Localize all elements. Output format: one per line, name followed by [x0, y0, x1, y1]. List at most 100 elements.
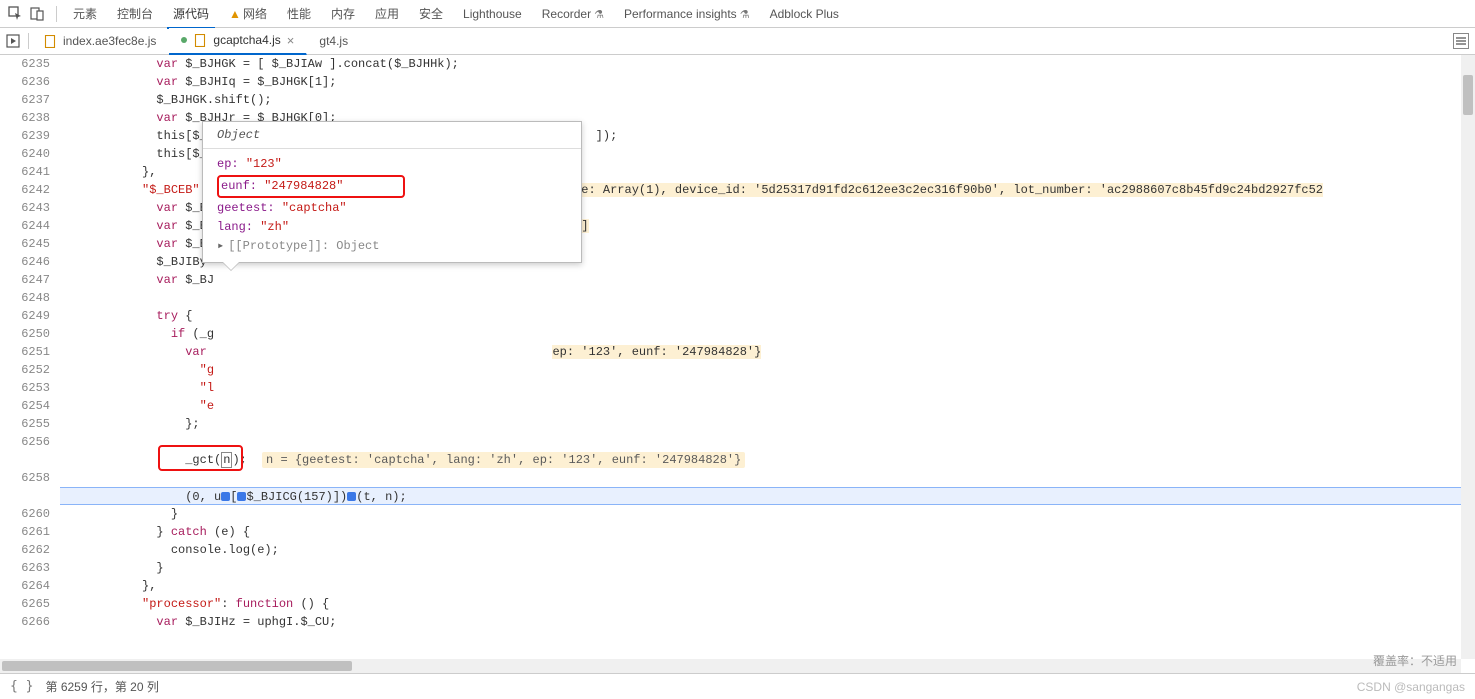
close-icon[interactable]: ×	[287, 33, 295, 48]
line-number[interactable]: 6252	[0, 361, 50, 379]
sourcemap-marker-icon	[347, 492, 356, 501]
cursor-position: 第 6259 行，第 20 列	[45, 678, 158, 695]
code-line: }	[70, 559, 1461, 577]
line-number[interactable]: 6245	[0, 235, 50, 253]
more-tabs-icon[interactable]	[1453, 33, 1469, 49]
js-file-icon	[43, 34, 57, 48]
tab-console[interactable]: 控制台	[107, 0, 163, 28]
code-line: _gct(n); n = {geetest: 'captcha', lang: …	[70, 451, 1461, 469]
tab-perf-insights[interactable]: Performance insights⚗	[614, 1, 760, 27]
code-line: var $_BJHGK = [ $_BJIAw ].concat($_BJHHk…	[70, 55, 1461, 73]
flask-icon: ⚗	[740, 9, 750, 21]
line-number[interactable]: 6255	[0, 415, 50, 433]
pretty-print-icon[interactable]: { }	[10, 679, 33, 694]
line-number[interactable]: 6236	[0, 73, 50, 91]
tab-elements[interactable]: 元素	[63, 0, 107, 28]
line-number[interactable]: 6266	[0, 613, 50, 631]
line-number[interactable]: 6263	[0, 559, 50, 577]
code-line: "e	[70, 397, 1461, 415]
line-number[interactable]: 6244	[0, 217, 50, 235]
file-tab-gt4[interactable]: gt4.js	[307, 28, 361, 55]
line-number[interactable]: 6243	[0, 199, 50, 217]
code-line: try {	[70, 307, 1461, 325]
inline-value-hint: n = {geetest: 'captcha', lang: 'zh', ep:…	[262, 452, 745, 468]
flask-icon: ⚗	[594, 9, 604, 21]
annotation-highlight-box	[158, 445, 243, 471]
line-number[interactable]: 6264	[0, 577, 50, 595]
sourcemap-marker-icon	[237, 492, 246, 501]
code-line: "processor": function () {	[70, 595, 1461, 613]
line-number[interactable]: 6256	[0, 433, 50, 451]
line-number[interactable]: 6246	[0, 253, 50, 271]
line-number[interactable]: 6239	[0, 127, 50, 145]
file-name: gt4.js	[319, 34, 348, 48]
line-number[interactable]: 6253	[0, 379, 50, 397]
tab-adblock[interactable]: Adblock Plus	[760, 1, 849, 27]
file-tab-index[interactable]: index.ae3fec8e.js	[31, 28, 169, 55]
code-line: var ep: '123', eunf: '247984828'}	[70, 343, 1461, 361]
scrollbar-thumb[interactable]	[2, 661, 352, 671]
modified-dot-icon	[181, 37, 187, 43]
run-snippet-icon[interactable]	[0, 34, 26, 48]
js-file-icon	[193, 33, 207, 47]
tooltip-header: Object	[203, 122, 581, 149]
tab-recorder[interactable]: Recorder⚗	[532, 1, 614, 27]
line-number[interactable]: 6247	[0, 271, 50, 289]
tab-performance[interactable]: 性能	[277, 0, 321, 28]
line-number[interactable]: 6254	[0, 397, 50, 415]
code-line: "l	[70, 379, 1461, 397]
prototype-row[interactable]: ▸[[Prototype]]: Object	[217, 237, 571, 256]
code-line: var $_BJ	[70, 271, 1461, 289]
file-tab-bar: index.ae3fec8e.js gcaptcha4.js × gt4.js	[0, 28, 1475, 55]
horizontal-scrollbar[interactable]	[0, 659, 1461, 673]
code-line: }	[70, 505, 1461, 523]
tab-security[interactable]: 安全	[409, 0, 453, 28]
watermark-text: CSDN @sangangas	[1357, 680, 1465, 694]
code-line: if (_g	[70, 325, 1461, 343]
line-number[interactable]: 6258	[0, 469, 50, 487]
vertical-scrollbar[interactable]	[1461, 55, 1475, 659]
line-number[interactable]: 6242	[0, 181, 50, 199]
line-number[interactable]: 6262	[0, 541, 50, 559]
code-line: var $_BJHIq = $_BJHGK[1];	[70, 73, 1461, 91]
expand-triangle-icon[interactable]: ▸	[217, 239, 224, 253]
code-line: "g	[70, 361, 1461, 379]
device-toggle-icon[interactable]	[28, 5, 46, 23]
line-number[interactable]: 6251	[0, 343, 50, 361]
code-line: };	[70, 415, 1461, 433]
line-number[interactable]: 6238	[0, 109, 50, 127]
code-line: console.log(e);	[70, 541, 1461, 559]
tab-network[interactable]: ▲网络	[219, 0, 277, 28]
line-number[interactable]: 6237	[0, 91, 50, 109]
line-number[interactable]: 6248	[0, 289, 50, 307]
line-number-breakpoint[interactable]: 6257	[0, 451, 50, 469]
line-number[interactable]: 6240	[0, 145, 50, 163]
scrollbar-thumb[interactable]	[1463, 75, 1473, 115]
code-line: $_BJHGK.shift();	[70, 91, 1461, 109]
line-number[interactable]: 6260	[0, 505, 50, 523]
tab-lighthouse[interactable]: Lighthouse	[453, 1, 532, 27]
object-preview-tooltip[interactable]: Object ep: "123" eunf: "247984828" geete…	[202, 121, 582, 263]
inspect-icon[interactable]	[6, 5, 24, 23]
tab-memory[interactable]: 内存	[321, 0, 365, 28]
file-name: index.ae3fec8e.js	[63, 34, 156, 48]
line-number[interactable]: 6241	[0, 163, 50, 181]
line-number[interactable]: 6265	[0, 595, 50, 613]
file-name: gcaptcha4.js	[213, 33, 280, 47]
code-line: },	[70, 577, 1461, 595]
line-number[interactable]: 6235	[0, 55, 50, 73]
line-number[interactable]: 6250	[0, 325, 50, 343]
sourcemap-marker-icon	[221, 492, 230, 501]
tab-sources[interactable]: 源代码	[163, 0, 219, 28]
file-tab-gcaptcha4[interactable]: gcaptcha4.js ×	[169, 28, 307, 55]
line-number[interactable]: 6261	[0, 523, 50, 541]
line-number[interactable]: 6249	[0, 307, 50, 325]
annotation-highlight-box: eunf: "247984828"	[217, 175, 405, 198]
code-line-current: (0, u[$_BJICG(157)])(t, n);	[60, 487, 1461, 505]
line-gutter[interactable]: 6235 6236 6237 6238 6239 6240 6241 6242 …	[0, 55, 60, 659]
code-line: } catch (e) {	[70, 523, 1461, 541]
source-editor[interactable]: 6235 6236 6237 6238 6239 6240 6241 6242 …	[0, 55, 1461, 659]
devtools-tab-bar: 元素 控制台 源代码 ▲网络 性能 内存 应用 安全 Lighthouse Re…	[0, 0, 1475, 28]
tab-application[interactable]: 应用	[365, 0, 409, 28]
line-number-breakpoint[interactable]: 6259	[0, 487, 50, 505]
